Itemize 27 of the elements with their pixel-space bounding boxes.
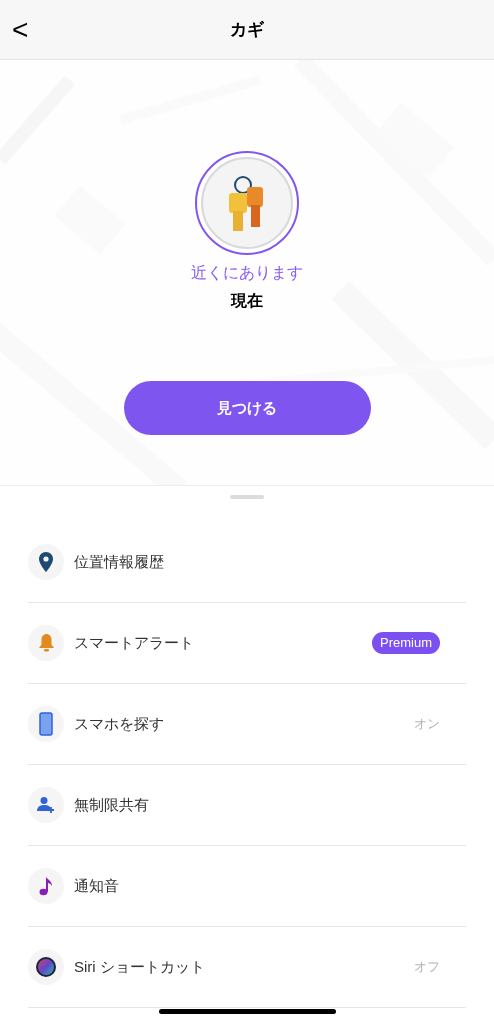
menu-label: 位置情報履歴 <box>74 551 165 572</box>
menu-label: スマホを探す <box>74 713 165 734</box>
menu-label: 無制限共有 <box>74 794 150 815</box>
siri-icon <box>36 957 56 977</box>
menu-label: Siri ショートカット <box>74 956 206 977</box>
premium-badge: Premium <box>372 632 440 654</box>
setting-value: オフ <box>414 958 440 977</box>
proximity-status: 近くにあります <box>191 263 303 283</box>
add-person-icon <box>37 796 55 814</box>
back-button[interactable]: < <box>12 15 52 44</box>
menu-row[interactable]: 通知音 <box>28 846 466 927</box>
menu-label: 通知音 <box>74 875 120 896</box>
find-button[interactable]: 見つける <box>123 381 371 435</box>
menu-label: スマートアラート <box>74 632 195 653</box>
menu-row[interactable]: 無制限共有 <box>28 765 466 846</box>
menu-row[interactable]: スマートアラート Premium <box>28 603 466 684</box>
menu-row[interactable]: 位置情報履歴 <box>28 522 466 603</box>
setting-value: オン <box>414 715 440 734</box>
menu-row[interactable]: スマホを探す オン <box>28 684 466 765</box>
page-title: カギ <box>229 18 265 41</box>
phone-icon <box>39 712 53 736</box>
location-pin-icon <box>39 552 53 572</box>
sheet-handle[interactable] <box>230 495 264 499</box>
last-seen-time: 現在 <box>231 291 263 311</box>
menu-row[interactable]: Siri ショートカット オフ <box>28 927 466 1008</box>
music-note-icon <box>39 876 53 896</box>
bell-icon <box>37 633 55 653</box>
